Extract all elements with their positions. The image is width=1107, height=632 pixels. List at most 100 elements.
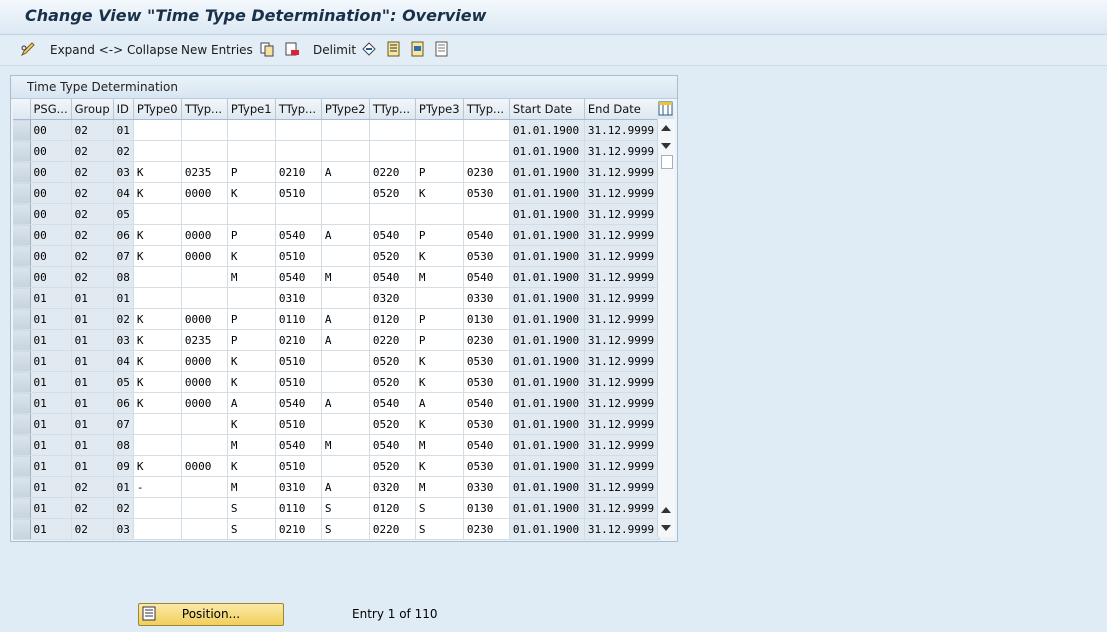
scroll-page-up-icon[interactable] <box>661 507 671 513</box>
delete-icon[interactable] <box>284 41 300 57</box>
table-cell[interactable]: M <box>227 476 276 498</box>
row-selector[interactable] <box>13 182 31 204</box>
row-selector[interactable] <box>13 161 31 183</box>
table-cell[interactable]: 31.12.9999 <box>584 161 660 183</box>
table-cell[interactable]: K <box>227 455 276 477</box>
table-cell[interactable] <box>133 497 182 519</box>
table-cell[interactable]: 31.12.9999 <box>584 308 660 330</box>
table-cell[interactable]: 0330 <box>463 287 510 309</box>
table-cell[interactable]: 0000 <box>181 455 228 477</box>
table-cell[interactable]: 01.01.1900 <box>509 287 585 309</box>
table-cell[interactable]: 0310 <box>275 287 322 309</box>
table-cell[interactable]: 31.12.9999 <box>584 287 660 309</box>
table-cell[interactable]: 31.12.9999 <box>584 203 660 225</box>
table-settings-icon[interactable] <box>657 99 674 119</box>
table-cell[interactable]: 01.01.1900 <box>509 371 585 393</box>
table-cell[interactable] <box>321 245 370 267</box>
table-cell[interactable] <box>369 119 416 141</box>
table-cell[interactable]: 01.01.1900 <box>509 140 585 162</box>
table-cell[interactable]: K <box>133 245 182 267</box>
table-cell[interactable] <box>227 140 276 162</box>
table-cell[interactable]: 0510 <box>275 455 322 477</box>
pencil-glasses-icon[interactable] <box>20 41 36 57</box>
table-row[interactable]: 01 02 01- M 0310 A 0320 M 0330 01.01.1900 31.12.99… <box>13 476 660 498</box>
table-row[interactable]: 01 01 01 0310 0320 0330 01.01.1900 31.12.9999 <box>13 287 660 309</box>
table-cell[interactable]: 0510 <box>275 413 322 435</box>
table-cell[interactable]: A <box>227 392 276 414</box>
table-cell[interactable]: 0230 <box>463 518 510 540</box>
position-button[interactable]: Position... <box>138 603 284 626</box>
table-cell[interactable]: 31.12.9999 <box>584 329 660 351</box>
table-cell[interactable]: 01.01.1900 <box>509 455 585 477</box>
table-cell[interactable]: 0000 <box>181 371 228 393</box>
column-header[interactable]: PType0 <box>133 99 182 120</box>
table-cell[interactable]: 31.12.9999 <box>584 497 660 519</box>
table-cell[interactable]: 0000 <box>181 224 228 246</box>
table-cell[interactable]: 01.01.1900 <box>509 245 585 267</box>
table-cell[interactable]: M <box>415 266 464 288</box>
table-cell[interactable] <box>133 266 182 288</box>
table-cell[interactable]: S <box>227 497 276 519</box>
table-cell[interactable]: 0330 <box>463 476 510 498</box>
table-cell[interactable]: 0530 <box>463 350 510 372</box>
table-row[interactable]: 01 01 02 K 0000 P 0110 A 0120 P 0130 01.01.1900 31.1… <box>13 308 660 330</box>
table-cell[interactable]: K <box>415 350 464 372</box>
table-cell[interactable]: 0230 <box>463 161 510 183</box>
table-cell[interactable] <box>181 413 228 435</box>
column-header[interactable]: TTyp... <box>275 99 322 120</box>
table-cell[interactable]: K <box>415 413 464 435</box>
table-cell[interactable]: K <box>415 245 464 267</box>
row-selector[interactable] <box>13 224 31 246</box>
table-row[interactable]: 01 01 09 K 0000 K 0510 0520 K 0530 01.01.1900 31.12… <box>13 455 660 477</box>
table-cell[interactable]: K <box>133 455 182 477</box>
table-cell[interactable] <box>321 413 370 435</box>
table-cell[interactable]: A <box>321 308 370 330</box>
table-row[interactable]: 00 02 01 01.01.1900 31.12.9999 <box>13 119 660 141</box>
table-cell[interactable]: 0540 <box>463 434 510 456</box>
table-cell[interactable]: K <box>133 161 182 183</box>
table-cell[interactable]: K <box>133 224 182 246</box>
table-cell[interactable]: 31.12.9999 <box>584 392 660 414</box>
table-cell[interactable]: 01.01.1900 <box>509 392 585 414</box>
row-selector[interactable] <box>13 371 31 393</box>
table-cell[interactable]: 0220 <box>369 161 416 183</box>
table-cell[interactable] <box>321 203 370 225</box>
table-cell[interactable]: P <box>227 161 276 183</box>
column-header[interactable]: PSG... <box>30 99 72 120</box>
table-cell[interactable]: 31.12.9999 <box>584 350 660 372</box>
row-selector[interactable] <box>13 350 31 372</box>
table-cell[interactable] <box>133 434 182 456</box>
table-cell[interactable]: P <box>415 308 464 330</box>
table-cell[interactable] <box>321 287 370 309</box>
table-cell[interactable]: P <box>415 329 464 351</box>
table-cell[interactable]: 0510 <box>275 245 322 267</box>
table-cell[interactable]: 31.12.9999 <box>584 119 660 141</box>
table-cell[interactable]: K <box>227 182 276 204</box>
row-selector[interactable] <box>13 266 31 288</box>
table-cell[interactable]: 0530 <box>463 371 510 393</box>
column-header[interactable]: Group <box>71 99 114 120</box>
table-cell[interactable]: 0220 <box>369 329 416 351</box>
row-selector[interactable] <box>13 308 31 330</box>
table-cell[interactable]: 0520 <box>369 182 416 204</box>
table-cell[interactable]: M <box>321 266 370 288</box>
table-cell[interactable] <box>181 287 228 309</box>
table-cell[interactable]: 31.12.9999 <box>584 245 660 267</box>
table-cell[interactable] <box>275 119 322 141</box>
table-cell[interactable]: 01.01.1900 <box>509 224 585 246</box>
expand-collapse-button[interactable]: Expand <-> Collapse <box>50 35 178 65</box>
table-cell[interactable]: 31.12.9999 <box>584 182 660 204</box>
row-selector[interactable] <box>13 455 31 477</box>
row-selector[interactable] <box>13 476 31 498</box>
table-cell[interactable]: 0540 <box>463 224 510 246</box>
table-cell[interactable]: 0320 <box>369 287 416 309</box>
table-row[interactable]: 00 02 04 K 0000 K 0510 0520 K 0530 01.01.1900 31.12… <box>13 182 660 204</box>
table-cell[interactable]: 0110 <box>275 497 322 519</box>
table-cell[interactable] <box>321 455 370 477</box>
table-cell[interactable]: 0540 <box>275 392 322 414</box>
table-cell[interactable]: A <box>321 392 370 414</box>
table-row[interactable]: 00 02 03 K 0235 P 0210 A 0220 P 0230 01.01.1900 31.1… <box>13 161 660 183</box>
table-cell[interactable]: 31.12.9999 <box>584 413 660 435</box>
table-cell[interactable]: S <box>415 497 464 519</box>
table-cell[interactable]: 0520 <box>369 245 416 267</box>
